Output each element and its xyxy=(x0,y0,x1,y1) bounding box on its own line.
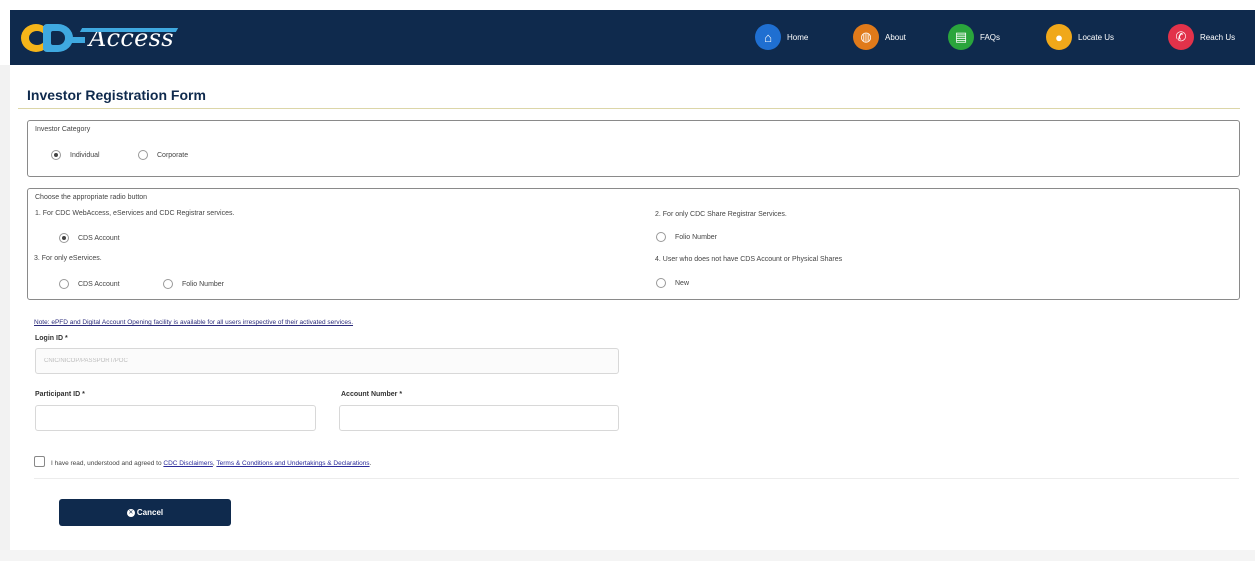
top-navigation-bar: Access ⌂ Home ◍ About ▤ FAQs ● Locate Us… xyxy=(10,10,1255,65)
radio-folio-number-group2-label: Folio Number xyxy=(675,233,718,241)
group1-title: 1. For CDC WebAccess, eServices and CDC … xyxy=(35,210,235,217)
radio-cds-account-group1-circle[interactable] xyxy=(59,233,69,243)
account-number-label: Account Number * xyxy=(341,391,403,398)
cancel-button[interactable]: ✕ Cancel xyxy=(59,499,231,526)
nav-about-label: About xyxy=(885,32,906,42)
investor-category-legend: Investor Category xyxy=(35,126,91,133)
location-pin-icon: ● xyxy=(1046,24,1072,50)
radio-cds-account-group3-label: CDS Account xyxy=(78,280,120,288)
group3-title: 3. For only eServices. xyxy=(34,255,102,262)
radio-folio-number-group3[interactable]: Folio Number xyxy=(163,279,224,289)
radio-individual-circle[interactable] xyxy=(51,150,61,160)
group4-title: 4. User who does not have CDS Account or… xyxy=(655,256,843,263)
group2-title: 2. For only CDC Share Registrar Services… xyxy=(655,211,787,218)
radio-cds-account-group3[interactable]: CDS Account xyxy=(59,279,120,289)
cdc-disclaimers-link[interactable]: CDC Disclaimers xyxy=(163,460,212,467)
login-id-input[interactable] xyxy=(35,348,619,374)
page-left-edge xyxy=(0,65,10,561)
cancel-circle-icon: ✕ xyxy=(126,508,135,517)
agreement-suffix: . xyxy=(369,460,372,467)
investor-category-fieldset xyxy=(27,120,1240,177)
radio-corporate-circle[interactable] xyxy=(138,150,148,160)
home-icon: ⌂ xyxy=(755,24,781,50)
nav-locate-us[interactable]: ● Locate Us xyxy=(1046,23,1114,51)
login-id-label: Login ID * xyxy=(35,335,68,342)
participant-id-label: Participant ID * xyxy=(35,391,85,398)
nav-reach-us-label: Reach Us xyxy=(1200,32,1236,42)
nav-faqs-label: FAQs xyxy=(980,32,1001,42)
account-number-input[interactable] xyxy=(339,405,619,431)
radio-cds-account-group1-label: CDS Account xyxy=(78,234,120,242)
radio-new-group4-label: New xyxy=(675,279,690,287)
nav-locate-us-label: Locate Us xyxy=(1078,32,1115,42)
radio-folio-number-group2[interactable]: Folio Number xyxy=(656,232,717,242)
nav-about[interactable]: ◍ About xyxy=(853,23,906,51)
radio-cds-account-group1[interactable]: CDS Account xyxy=(59,233,120,243)
cdc-access-logo[interactable]: Access xyxy=(21,23,179,53)
phone-icon: ✆ xyxy=(1168,24,1194,50)
agreement-prefix: I have read, understood and agreed to xyxy=(51,460,164,467)
page-bottom-edge xyxy=(0,550,1255,561)
radio-cds-account-group3-circle[interactable] xyxy=(59,279,69,289)
radio-folio-number-group3-label: Folio Number xyxy=(182,280,225,288)
radio-corporate[interactable]: Corporate xyxy=(138,150,188,160)
title-divider xyxy=(18,108,1240,109)
nav-home-label: Home xyxy=(787,32,809,42)
radio-folio-number-group3-circle[interactable] xyxy=(163,279,173,289)
terms-conditions-link[interactable]: Terms & Conditions and Undertakings & De… xyxy=(216,460,369,467)
agreement-text: I have read, understood and agreed to CD… xyxy=(51,460,371,467)
cancel-button-label: Cancel xyxy=(136,508,164,517)
radio-folio-number-group2-circle[interactable] xyxy=(656,232,666,242)
radio-new-group4-circle[interactable] xyxy=(656,278,666,288)
people-icon: ◍ xyxy=(853,24,879,50)
radio-individual[interactable]: Individual xyxy=(51,150,100,160)
account-type-legend: Choose the appropriate radio button xyxy=(35,194,148,201)
nav-home[interactable]: ⌂ Home xyxy=(755,23,808,51)
nav-faqs[interactable]: ▤ FAQs xyxy=(948,23,1000,51)
radio-corporate-label: Corporate xyxy=(157,151,189,159)
page-title: Investor Registration Form xyxy=(27,87,206,103)
chat-icon: ▤ xyxy=(948,24,974,50)
agree-checkbox[interactable] xyxy=(34,456,45,467)
cdc-logo-mark-icon xyxy=(21,23,179,53)
radio-individual-label: Individual xyxy=(70,151,100,159)
services-note-link[interactable]: Note: ePFD and Digital Account Opening f… xyxy=(34,319,353,326)
nav-reach-us[interactable]: ✆ Reach Us xyxy=(1168,23,1235,51)
agreement-divider xyxy=(34,478,1239,479)
radio-new-group4[interactable]: New xyxy=(656,278,689,288)
participant-id-input[interactable] xyxy=(35,405,316,431)
